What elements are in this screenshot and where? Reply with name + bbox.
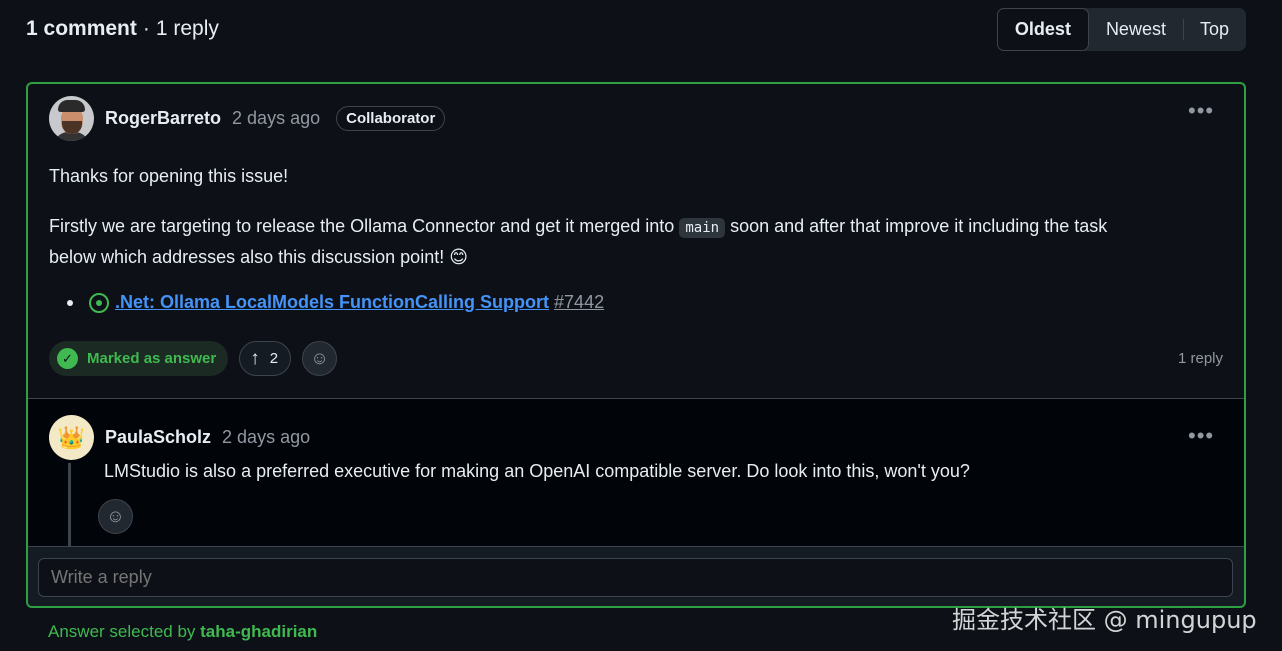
sort-oldest-button[interactable]: Oldest (996, 7, 1089, 51)
marked-as-answer-badge[interactable]: ✓ Marked as answer (49, 341, 229, 376)
reply-count: 1 reply (155, 17, 219, 40)
marked-as-answer-label: Marked as answer (87, 350, 217, 367)
paragraph-text: Firstly we are targeting to release the … (49, 216, 675, 236)
avatar[interactable] (49, 96, 94, 141)
upvote-count: 2 (269, 350, 279, 367)
paragraph-text: soon and after that improve it including… (730, 216, 1108, 236)
replies-count[interactable]: 1 reply (1178, 350, 1223, 367)
reply-author[interactable]: PaulaScholz (105, 427, 211, 448)
list-item: .Net: Ollama LocalModels FunctionCalling… (67, 292, 604, 313)
comment-actions: ✓ Marked as answer ↑ 2 ☺ (49, 341, 338, 376)
answer-selector-user[interactable]: taha-ghadirian (200, 622, 317, 641)
summary-separator: · (142, 17, 150, 40)
reply-timestamp[interactable]: 2 days ago (222, 427, 310, 448)
sort-segmented-control: Oldest Newest Top (996, 7, 1246, 51)
thread-line (68, 463, 71, 547)
reply-options-icon[interactable]: ••• (1188, 425, 1214, 447)
reply-header: 👑 PaulaScholz 2 days ago (49, 415, 310, 460)
comment-author[interactable]: RogerBarreto (105, 108, 221, 129)
sort-newest-button[interactable]: Newest (1089, 8, 1183, 51)
comment-header: RogerBarreto 2 days ago Collaborator (49, 96, 446, 141)
comment-summary: 1 comment · 1 reply (26, 17, 219, 41)
crown-icon: 👑 (57, 424, 86, 450)
avatar[interactable]: 👑 (49, 415, 94, 460)
reply-composer (28, 546, 1244, 606)
add-reaction-icon[interactable]: ☺ (302, 341, 338, 376)
comment-paragraph: Thanks for opening this issue! (49, 166, 289, 186)
comment-options-icon[interactable]: ••• (1188, 100, 1214, 122)
sort-top-button[interactable]: Top (1182, 8, 1246, 51)
inline-code: main (679, 218, 726, 238)
issue-link[interactable]: .Net: Ollama LocalModels FunctionCalling… (115, 292, 549, 313)
watermark: 掘金技术社区 @ mingupup (952, 606, 1257, 634)
comment-paragraph: Firstly we are targeting to release the … (49, 212, 1107, 272)
issue-number-link[interactable]: #7442 (554, 292, 604, 313)
open-issue-icon (89, 292, 109, 313)
paragraph-text: below which addresses also this discussi… (49, 247, 468, 267)
answer-comment-card: RogerBarreto 2 days ago Collaborator •••… (26, 82, 1246, 608)
discussion-header: 1 comment · 1 reply Oldest Newest Top (26, 7, 1246, 51)
bullet-icon (67, 299, 73, 306)
comment-count: 1 comment (26, 17, 137, 40)
collaborator-badge: Collaborator (336, 106, 446, 131)
comment-timestamp[interactable]: 2 days ago (232, 108, 320, 129)
answer-selected-note: Answer selected by taha-ghadirian (48, 622, 317, 642)
arrow-up-icon: ↑ (250, 347, 260, 369)
answer-selected-prefix: Answer selected by (48, 622, 196, 641)
reply-thread: 👑 PaulaScholz 2 days ago ••• LMStudio is… (28, 398, 1244, 547)
add-reaction-icon[interactable]: ☺ (98, 499, 133, 534)
check-circle-icon: ✓ (57, 348, 78, 369)
upvote-button[interactable]: ↑ 2 (239, 341, 292, 376)
reply-body: LMStudio is also a preferred executive f… (104, 461, 970, 481)
reply-input[interactable] (38, 558, 1233, 597)
